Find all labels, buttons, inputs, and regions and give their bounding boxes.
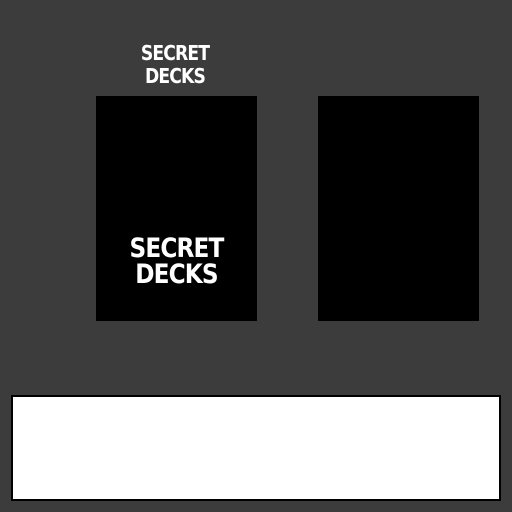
card-slot-left[interactable]: SECRET DECKS xyxy=(96,96,257,321)
card-slot-right[interactable] xyxy=(318,96,479,321)
message-box xyxy=(11,395,501,501)
game-title: SECRET DECKS xyxy=(139,42,211,88)
card-label-line-2: DECKS xyxy=(135,259,218,290)
game-title-line-1: SECRET xyxy=(140,41,210,65)
game-title-line-2: DECKS xyxy=(144,64,206,88)
card-label-line-1: SECRET xyxy=(129,233,224,264)
card-label: SECRET DECKS xyxy=(107,233,245,290)
